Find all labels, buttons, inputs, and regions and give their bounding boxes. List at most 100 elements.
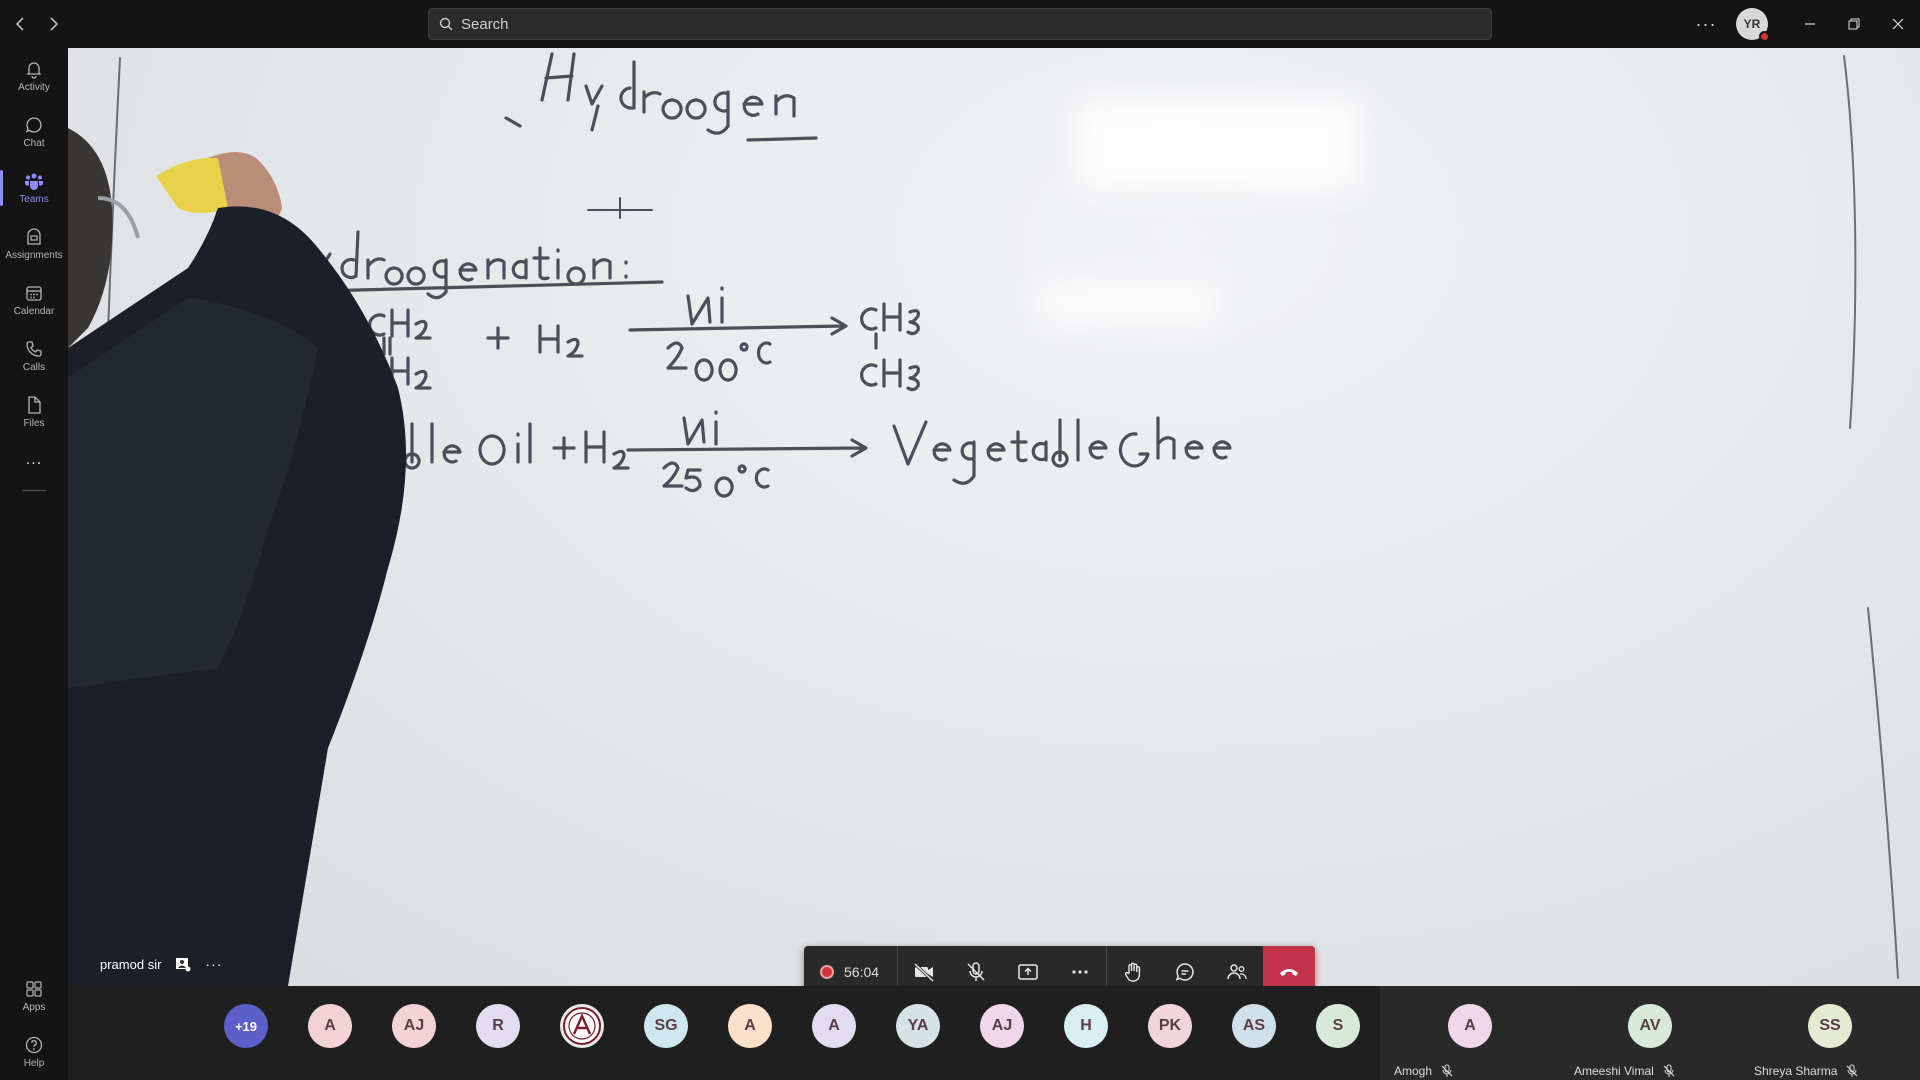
close-icon — [1892, 18, 1904, 30]
participant-tile[interactable]: AV Ameeshi Vimal — [1560, 986, 1740, 1080]
speaker-label: pramod sir ··· — [100, 956, 222, 972]
rail-item-assignments[interactable]: Assignments — [0, 216, 68, 272]
teams-icon — [25, 173, 43, 190]
rail-bottom: Apps Help — [0, 968, 68, 1080]
participant-avatar[interactable]: A — [308, 1004, 352, 1048]
call-duration: 56:04 — [844, 964, 880, 980]
participant-initials: H — [1080, 1017, 1092, 1034]
participant-avatar: AV — [1628, 1004, 1672, 1048]
recording-icon — [820, 965, 834, 979]
help-icon — [25, 1036, 43, 1054]
camera-off-icon — [914, 962, 935, 983]
user-avatar[interactable]: YR — [1736, 8, 1770, 42]
participant-initials: SG — [654, 1017, 678, 1034]
close-button[interactable] — [1876, 0, 1920, 48]
chevron-right-icon — [50, 17, 59, 31]
rail-label-apps: Apps — [22, 1002, 46, 1013]
rail-label-calls: Calls — [22, 362, 46, 373]
mic-off-icon — [967, 962, 985, 981]
participant-initials: AS — [1242, 1017, 1266, 1034]
restore-button[interactable] — [1832, 0, 1876, 48]
settings-more-button[interactable]: ··· — [1686, 14, 1726, 35]
calendar-icon — [26, 286, 42, 301]
assignments-icon — [27, 228, 41, 245]
participant-avatar[interactable]: AS — [1232, 1004, 1276, 1048]
participant-avatar[interactable]: A — [812, 1004, 856, 1048]
participant-name: Shreya Sharma — [1754, 1064, 1838, 1078]
participant-strip: +19 A AJ R SG A A YA AJ H PK AS S A Amogh AV Ameeshi V… — [68, 986, 1920, 1080]
search-icon — [439, 17, 453, 31]
history-navigation — [10, 13, 64, 35]
participant-avatar[interactable]: A — [728, 1004, 772, 1048]
share-screen-button[interactable] — [1002, 946, 1054, 986]
recording-timer: 56:04 — [804, 946, 899, 986]
participant-initials: R — [492, 1017, 504, 1034]
rail-label-help: Help — [23, 1058, 45, 1069]
rail-item-calendar[interactable]: Calendar — [0, 272, 68, 328]
forward-button[interactable] — [42, 13, 64, 35]
main-video-stage: pramod sir ··· 56:04 — [68, 48, 1920, 986]
participant-initials: A — [1464, 1017, 1476, 1034]
rail-label-assignments: Assignments — [5, 250, 63, 261]
participant-initials: AJ — [991, 1017, 1013, 1034]
overflow-count: +19 — [234, 1018, 258, 1034]
more-actions-button[interactable] — [1054, 946, 1106, 986]
minimize-icon — [1805, 23, 1815, 25]
participant-name-label: Shreya Sharma — [1754, 1064, 1859, 1078]
app-rail: Activity Chat Teams Assignments Calendar… — [0, 48, 68, 1080]
participant-avatar[interactable] — [560, 1004, 604, 1048]
search-placeholder: Search — [461, 15, 509, 33]
rail-label-chat: Chat — [23, 138, 45, 149]
participants-button[interactable] — [1211, 946, 1263, 986]
participant-avatar[interactable]: SG — [644, 1004, 688, 1048]
participant-avatar[interactable]: H — [1064, 1004, 1108, 1048]
presenter-figure — [68, 128, 406, 986]
av-controls — [898, 946, 1108, 986]
participant-initials: PK — [1158, 1017, 1182, 1034]
chat-icon — [1175, 963, 1194, 981]
participant-avatar[interactable]: YA — [896, 1004, 940, 1048]
rail-item-calls[interactable]: Calls — [0, 328, 68, 384]
title-bar: Search ··· YR — [0, 0, 1920, 48]
meeting-chat-button[interactable] — [1159, 946, 1211, 986]
user-initials: YR — [1743, 17, 1761, 31]
mic-muted-icon — [1846, 1064, 1858, 1077]
file-icon — [28, 396, 41, 414]
overflow-participants-button[interactable]: +19 — [224, 1004, 268, 1048]
back-button[interactable] — [10, 13, 32, 35]
rail-label-teams: Teams — [19, 194, 49, 205]
rail-item-teams[interactable]: Teams — [0, 160, 68, 216]
top-right-controls: ··· YR — [1686, 0, 1920, 48]
participant-avatar[interactable]: PK — [1148, 1004, 1192, 1048]
raise-hand-button[interactable] — [1107, 946, 1159, 986]
participant-tile[interactable]: A Amogh — [1380, 986, 1560, 1080]
more-horizontal-icon — [1072, 970, 1088, 974]
rail-item-files[interactable]: Files — [0, 384, 68, 440]
participant-avatar[interactable]: AJ — [980, 1004, 1024, 1048]
rail-item-apps[interactable]: Apps — [0, 968, 68, 1024]
participant-tile[interactable]: SS Shreya Sharma — [1740, 986, 1920, 1080]
rail-item-help[interactable]: Help — [0, 1024, 68, 1080]
mic-toggle-button[interactable] — [950, 946, 1002, 986]
rail-item-activity[interactable]: Activity — [0, 48, 68, 104]
pin-person-icon[interactable] — [175, 956, 191, 972]
share-icon — [1018, 964, 1038, 980]
bell-icon — [26, 62, 42, 79]
participant-name-label: Ameeshi Vimal — [1574, 1064, 1676, 1078]
minimize-button[interactable] — [1788, 0, 1832, 48]
speaker-more-button[interactable]: ··· — [205, 956, 222, 972]
phone-icon — [26, 341, 42, 357]
hang-up-icon — [1280, 969, 1299, 976]
participant-avatar[interactable]: AJ — [392, 1004, 436, 1048]
rail-item-chat[interactable]: Chat — [0, 104, 68, 160]
leave-call-button[interactable] — [1263, 946, 1316, 986]
logo-avatar-icon — [563, 1007, 601, 1045]
participant-avatar[interactable]: S — [1316, 1004, 1360, 1048]
status-dot — [1759, 31, 1770, 42]
camera-toggle-button[interactable] — [898, 946, 950, 986]
more-apps-button[interactable]: ... — [0, 440, 68, 480]
participant-avatar[interactable]: R — [476, 1004, 520, 1048]
search-input[interactable]: Search — [428, 8, 1492, 40]
apps-icon — [26, 981, 42, 997]
participant-initials: A — [828, 1017, 840, 1034]
